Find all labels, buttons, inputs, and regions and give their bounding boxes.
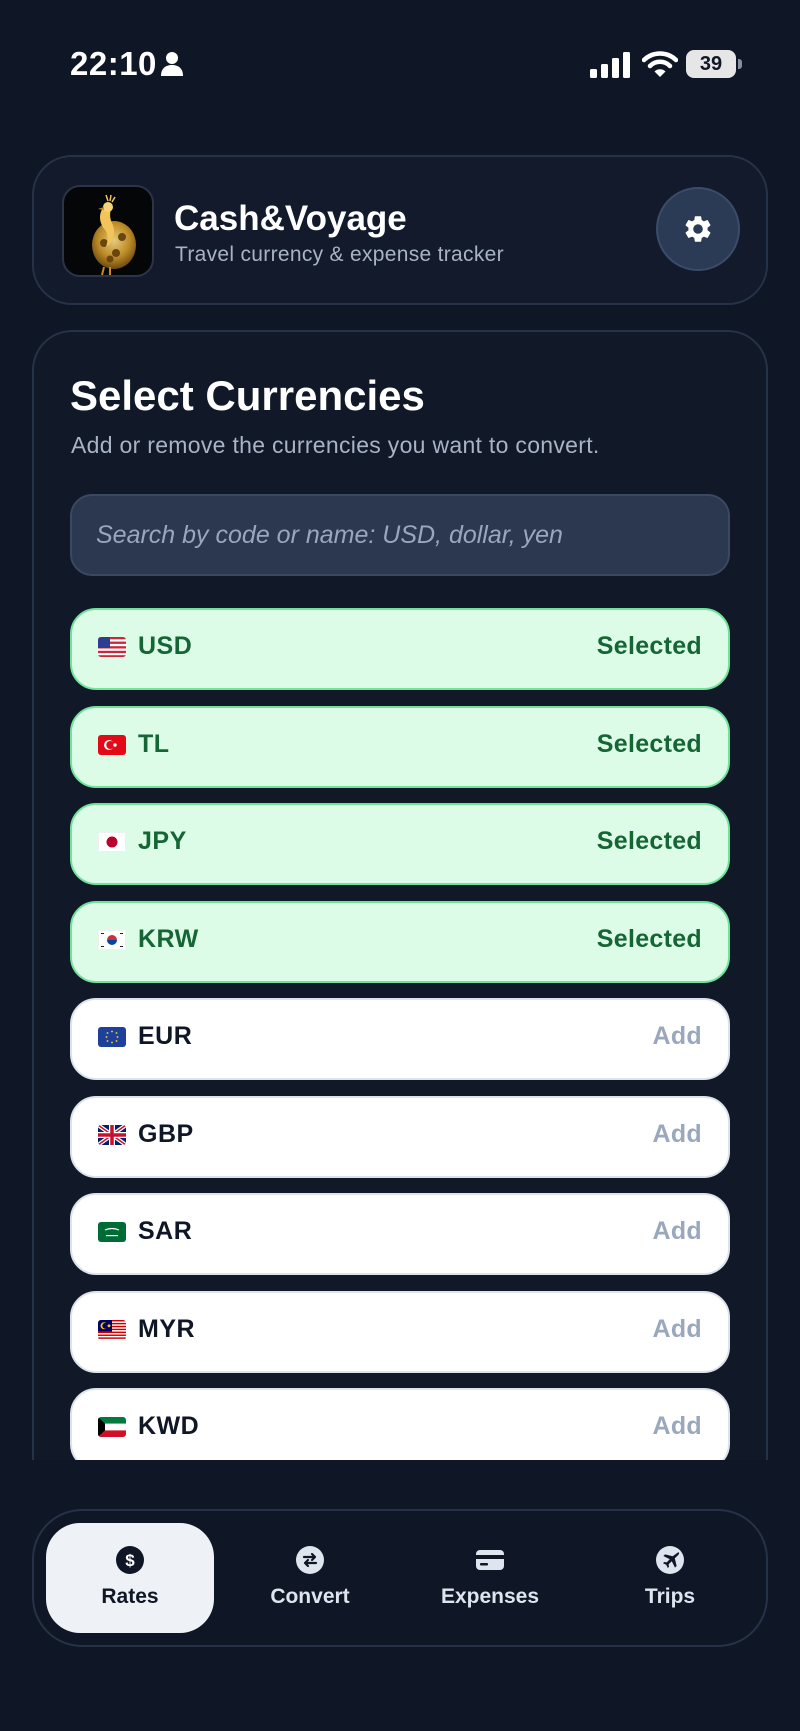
app-title: Cash&Voyage bbox=[174, 199, 407, 238]
peacock-icon bbox=[92, 194, 136, 275]
selected-label: Selected bbox=[596, 632, 702, 660]
my-flag-icon bbox=[98, 1319, 126, 1340]
dollar-icon: $ bbox=[116, 1546, 144, 1574]
nav-tab-rates[interactable]: $ Rates bbox=[46, 1523, 214, 1633]
add-button[interactable]: Add bbox=[653, 1120, 703, 1149]
wifi-icon bbox=[642, 51, 678, 77]
currency-code: TL bbox=[138, 729, 170, 758]
page-title: Select Currencies bbox=[70, 372, 425, 419]
currency-code: GBP bbox=[138, 1119, 194, 1148]
gear-icon bbox=[685, 216, 711, 242]
peacock-logo bbox=[62, 185, 154, 277]
app-subtitle: Travel currency & expense tracker bbox=[175, 243, 504, 266]
add-button[interactable]: Add bbox=[653, 1412, 703, 1441]
search-input[interactable] bbox=[70, 494, 730, 576]
exchange-icon bbox=[296, 1546, 324, 1574]
tr-flag-icon bbox=[98, 734, 126, 755]
selected-label: Selected bbox=[596, 729, 702, 758]
currency-row-kwd[interactable]: KWD Add bbox=[70, 1388, 730, 1460]
card-icon bbox=[476, 1550, 504, 1570]
nav-label: Expenses bbox=[440, 1585, 540, 1608]
currency-selection-card: Select Currencies Add or remove the curr… bbox=[32, 330, 768, 1460]
currency-code: USD bbox=[138, 632, 193, 660]
currency-code: EUR bbox=[138, 1022, 193, 1050]
selected-label: Selected bbox=[596, 827, 702, 855]
status-bar: 22:10 39 bbox=[0, 0, 800, 130]
nav-tab-convert[interactable]: Convert bbox=[226, 1523, 394, 1633]
us-flag-icon bbox=[98, 637, 126, 657]
currency-code: JPY bbox=[138, 827, 187, 855]
nav-label: Trips bbox=[644, 1585, 696, 1608]
selected-label: Selected bbox=[596, 924, 702, 953]
battery-icon: 39 bbox=[686, 50, 742, 78]
settings-button[interactable] bbox=[656, 187, 740, 271]
add-button[interactable]: Add bbox=[653, 1022, 703, 1051]
person-icon bbox=[161, 52, 183, 76]
currency-code: SAR bbox=[138, 1217, 193, 1245]
currency-list: USD Selected TL Selected JPY Selected KR… bbox=[70, 608, 730, 1460]
sa-flag-icon bbox=[98, 1222, 126, 1242]
kr-flag-icon bbox=[98, 929, 126, 950]
battery-level: 39 bbox=[699, 53, 723, 75]
add-button[interactable]: Add bbox=[653, 1217, 703, 1246]
kw-flag-icon bbox=[98, 1417, 126, 1437]
jp-flag-icon bbox=[98, 832, 126, 852]
add-button[interactable]: Add bbox=[653, 1315, 703, 1344]
page-subtitle: Add or remove the currencies you want to… bbox=[71, 432, 600, 458]
gb-flag-icon bbox=[98, 1124, 126, 1145]
currency-row-sar[interactable]: SAR Add bbox=[70, 1193, 730, 1275]
currency-code: KWD bbox=[138, 1412, 200, 1440]
currency-row-myr[interactable]: MYR Add bbox=[70, 1290, 730, 1373]
currency-code: MYR bbox=[138, 1314, 196, 1343]
nav-label: Rates bbox=[101, 1585, 159, 1608]
currency-code: KRW bbox=[138, 924, 199, 953]
currency-row-tl[interactable]: TL Selected bbox=[70, 705, 730, 788]
currency-row-krw[interactable]: KRW Selected bbox=[70, 900, 730, 983]
signal-icon bbox=[590, 52, 630, 78]
currency-row-gbp[interactable]: GBP Add bbox=[70, 1095, 730, 1178]
currency-row-usd[interactable]: USD Selected bbox=[70, 608, 730, 690]
currency-row-eur[interactable]: EUR Add bbox=[70, 998, 730, 1080]
nav-tab-expenses[interactable]: Expenses bbox=[406, 1523, 574, 1633]
plane-icon bbox=[656, 1546, 684, 1574]
bottom-nav: $ Rates Convert Expenses Trips bbox=[32, 1509, 768, 1647]
header-card: Cash&Voyage Travel currency & expense tr… bbox=[32, 155, 768, 305]
eu-flag-icon bbox=[98, 1027, 126, 1047]
currency-row-jpy[interactable]: JPY Selected bbox=[70, 803, 730, 885]
nav-tab-trips[interactable]: Trips bbox=[586, 1523, 754, 1633]
status-time: 22:10 bbox=[70, 45, 157, 82]
svg-text:$: $ bbox=[125, 1551, 135, 1570]
nav-label: Convert bbox=[270, 1585, 350, 1608]
